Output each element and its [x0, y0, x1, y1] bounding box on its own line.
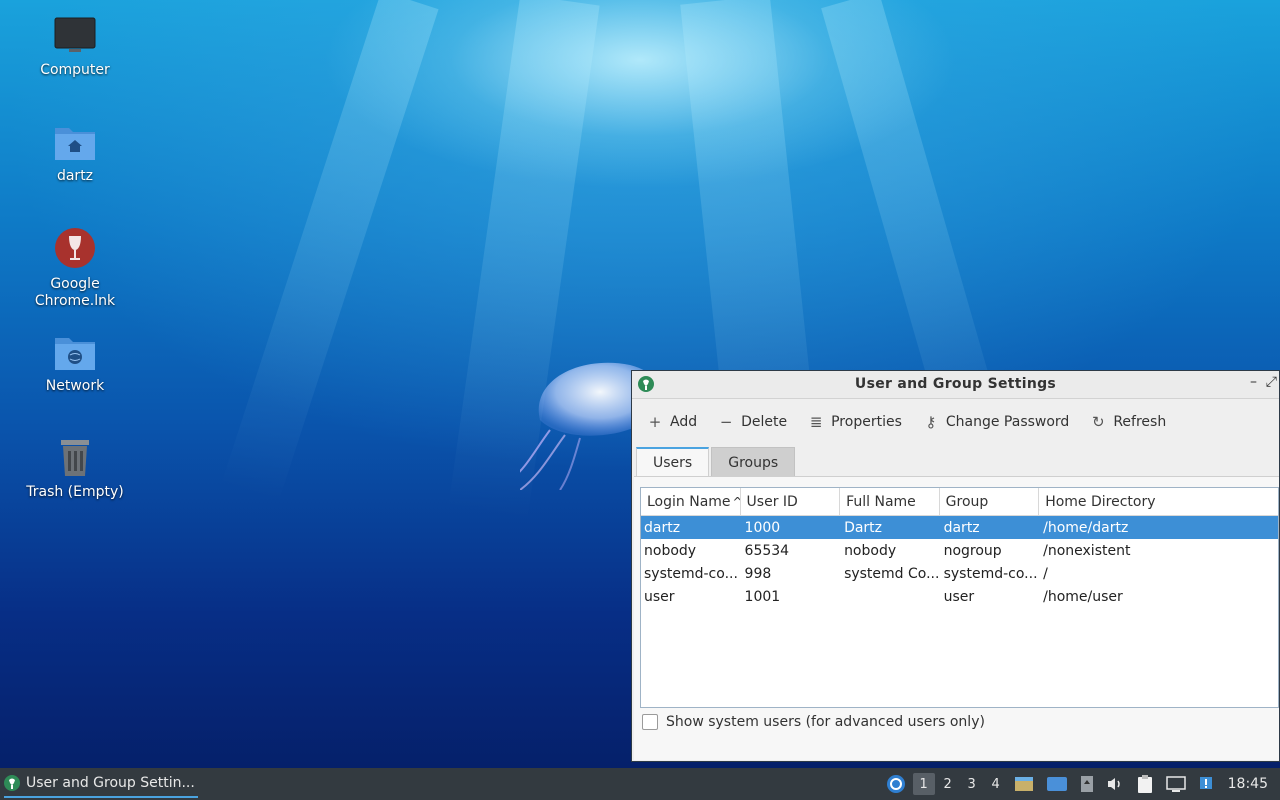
show-system-users-option[interactable]: Show system users (for advanced users on…: [642, 714, 985, 730]
table-header: Login Name ^ User ID Full Name Group Hom…: [641, 488, 1278, 516]
workspace-1[interactable]: 1: [912, 773, 935, 795]
desktop-icon-chrome-lnk[interactable]: Google Chrome.lnk: [20, 226, 130, 310]
cell-uid: 1000: [744, 519, 781, 536]
desktop-icon-label: Trash (Empty): [26, 484, 124, 500]
monitor-icon: [54, 17, 96, 52]
column-header-full-name[interactable]: Full Name: [840, 488, 940, 515]
column-header-group[interactable]: Group: [940, 488, 1040, 515]
minus-icon: −: [719, 413, 733, 431]
system-tray: 1 2 3 4 18:45: [880, 768, 1280, 800]
sort-ascending-icon: ^: [733, 495, 740, 509]
cell-home: /nonexistent: [1043, 542, 1131, 559]
plus-icon: +: [648, 413, 662, 431]
tab-bar: Users Groups: [632, 445, 1279, 477]
column-header-home-directory[interactable]: Home Directory: [1039, 488, 1278, 515]
window-title: User and Group Settings: [854, 376, 1057, 392]
properties-button[interactable]: ≣ Properties: [809, 413, 902, 431]
cell-uid: 65534: [744, 542, 790, 559]
show-system-users-checkbox[interactable]: [642, 714, 658, 730]
clipboard-icon[interactable]: [1136, 774, 1154, 794]
change-password-button[interactable]: ⚷ Change Password: [924, 413, 1069, 431]
desktop-icon-label: dartz: [56, 168, 94, 184]
add-button-label: Add: [670, 414, 698, 430]
lubuntu-menu-icon[interactable]: [886, 774, 906, 794]
desktop-icon-label: Google Chrome.lnk: [34, 276, 116, 309]
cell-home: /: [1043, 565, 1048, 582]
clock[interactable]: 18:45: [1228, 776, 1268, 792]
update-notifier-icon[interactable]: [1198, 775, 1214, 793]
cell-home: /home/user: [1043, 588, 1123, 605]
table-row[interactable]: nobody 65534 nobody nogroup /nonexistent: [641, 539, 1278, 562]
network-folder-icon: [55, 338, 95, 370]
properties-button-label: Properties: [831, 414, 902, 430]
toolbar: + Add − Delete ≣ Properties ⚷ Change Pas…: [632, 399, 1279, 445]
delete-button-label: Delete: [741, 414, 788, 430]
desktop-icon-label: Computer: [40, 62, 110, 78]
window-titlebar[interactable]: User and Group Settings – ⤢: [632, 371, 1279, 399]
file-manager-icon[interactable]: [1014, 775, 1034, 793]
cell-uid: 998: [744, 565, 772, 582]
tab-users[interactable]: Users: [636, 447, 710, 477]
desktop-icon-trash[interactable]: Trash (Empty): [20, 436, 130, 501]
desktop-icon-label: Network: [45, 378, 105, 394]
column-header-label: Login Name: [647, 493, 731, 510]
table-row[interactable]: dartz 1000 Dartz dartz /home/dartz: [641, 516, 1278, 539]
table-row[interactable]: systemd-co... 998 systemd Co... systemd-…: [641, 562, 1278, 585]
users-tab-pane: Login Name ^ User ID Full Name Group Hom…: [634, 476, 1279, 760]
tab-groups[interactable]: Groups: [711, 447, 796, 477]
eject-icon[interactable]: [1080, 775, 1094, 793]
cell-login: nobody: [644, 542, 697, 559]
change-password-button-label: Change Password: [945, 414, 1070, 430]
cell-home: /home/dartz: [1043, 519, 1129, 536]
users-app-icon: [4, 775, 20, 791]
cell-group: systemd-co...: [943, 565, 1038, 582]
maximize-button[interactable]: ⤢: [1266, 374, 1277, 390]
column-header-user-id[interactable]: User ID: [741, 488, 841, 515]
light-ray: [220, 0, 439, 504]
cell-fullname: systemd Co...: [844, 565, 940, 582]
cell-login: user: [644, 588, 675, 605]
cell-login: systemd-co...: [644, 565, 738, 582]
list-icon: ≣: [809, 413, 823, 431]
table-row[interactable]: user 1001 user /home/user: [641, 585, 1278, 608]
cell-group: user: [943, 588, 975, 605]
workspace-3[interactable]: 3: [961, 773, 983, 795]
cell-group: dartz: [943, 519, 980, 536]
add-button[interactable]: + Add: [648, 413, 697, 431]
desktop-icon-dartz[interactable]: dartz: [20, 122, 130, 185]
refresh-button-label: Refresh: [1113, 414, 1167, 430]
show-desktop-icon[interactable]: [1046, 776, 1068, 792]
taskbar-item-label: User and Group Settin...: [26, 775, 195, 791]
workspace-2[interactable]: 2: [937, 773, 959, 795]
desktop-icon-computer[interactable]: Computer: [20, 16, 130, 79]
taskbar-item-user-group-settings[interactable]: User and Group Settin...: [4, 770, 198, 798]
cell-login: dartz: [644, 519, 681, 536]
show-system-users-label: Show system users (for advanced users on…: [666, 714, 985, 730]
trash-icon: [61, 440, 89, 476]
refresh-icon: ↻: [1092, 413, 1105, 431]
refresh-button[interactable]: ↻ Refresh: [1091, 413, 1166, 431]
volume-icon[interactable]: [1106, 776, 1124, 792]
cell-group: nogroup: [943, 542, 1002, 559]
workspace-4[interactable]: 4: [985, 773, 1007, 795]
column-header-login-name[interactable]: Login Name ^: [641, 488, 741, 515]
network-status-icon[interactable]: [1165, 775, 1186, 793]
cell-uid: 1001: [744, 588, 781, 605]
user-group-settings-window: User and Group Settings – ⤢ + Add − Dele…: [631, 370, 1280, 762]
cell-fullname: [840, 585, 940, 608]
wine-glass-icon: [55, 228, 95, 268]
home-folder-icon: [55, 128, 95, 160]
users-table[interactable]: Login Name ^ User ID Full Name Group Hom…: [640, 487, 1279, 708]
key-icon: ⚷: [925, 413, 937, 431]
cell-fullname: Dartz: [844, 519, 883, 536]
desktop-icon-network[interactable]: Network: [20, 332, 130, 395]
minimize-button[interactable]: –: [1250, 374, 1257, 390]
cell-fullname: nobody: [844, 542, 897, 559]
delete-button[interactable]: − Delete: [719, 413, 787, 431]
taskbar: User and Group Settin... 1 2 3 4 18:45: [0, 768, 1280, 800]
